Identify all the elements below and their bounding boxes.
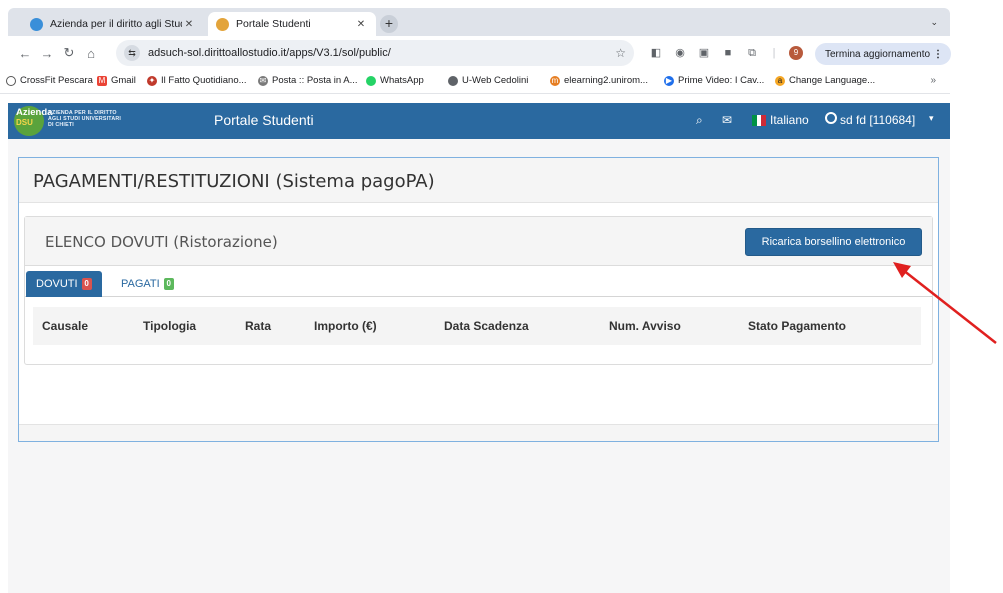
bookmark-change-language[interactable]: a Change Language...	[775, 75, 875, 86]
back-arrow-icon[interactable]: ←	[14, 46, 36, 61]
tab-search-chevron-icon[interactable]: ⌄	[930, 17, 938, 28]
browser-tab-portale[interactable]: Portale Studenti ✕	[208, 12, 376, 36]
dues-tabs: DOVUTI 0 PAGATI 0	[25, 267, 932, 297]
bookmark-label: Posta :: Posta in A...	[272, 75, 358, 86]
bookmark-prime-video[interactable]: ▶ Prime Video: I Cav...	[664, 75, 764, 86]
bookmark-whatsapp[interactable]: WhatsApp	[366, 75, 424, 86]
bookmark-gmail[interactable]: M Gmail	[97, 75, 136, 86]
address-bar[interactable]: ⇆ adsuch-sol.dirittoallostudio.it/apps/V…	[116, 40, 634, 66]
more-menu-icon[interactable]: ⋮	[933, 49, 943, 60]
profile-avatar[interactable]: 9	[789, 46, 803, 60]
tab-label: PAGATI	[121, 278, 160, 290]
prime-video-icon: ▶	[664, 75, 674, 86]
user-icon	[825, 112, 837, 124]
count-badge: 0	[163, 278, 174, 290]
portal-title[interactable]: Portale Studenti	[214, 112, 314, 128]
column-header[interactable]: Stato Pagamento	[748, 319, 846, 333]
logo-line: DI CHIETI	[48, 122, 74, 128]
column-header[interactable]: Data Scadenza	[444, 319, 529, 333]
bookmark-label: Gmail	[111, 75, 136, 86]
bookmark-u-web[interactable]: U-Web Cedolini	[448, 75, 528, 86]
update-label: Termina aggiornamento	[825, 48, 931, 60]
bookmarks-overflow-icon[interactable]: »	[930, 75, 936, 86]
count-badge: 0	[81, 278, 92, 290]
il-fatto-icon: ✦	[147, 75, 157, 86]
column-header[interactable]: Tipologia	[143, 319, 196, 333]
crossfit-icon	[6, 75, 16, 86]
browser-tab-azienda[interactable]: Azienda per il diritto agli Stud ✕	[22, 12, 204, 36]
bookmark-label: CrossFit Pescara	[20, 75, 93, 86]
site-info-icon[interactable]: ⇆	[124, 45, 140, 61]
url-text[interactable]: adsuch-sol.dirittoallostudio.it/apps/V3.…	[148, 47, 615, 59]
reload-icon[interactable]: ↻	[58, 45, 80, 61]
posta-icon: ✉	[258, 75, 268, 86]
bookmarks-bar: CrossFit Pescara M Gmail ✦ Il Fatto Quot…	[0, 70, 950, 94]
bookmark-label: elearning2.unirom...	[564, 75, 648, 86]
translate-extension-icon[interactable]: ◧	[649, 46, 663, 60]
logo-dsu: DSU	[16, 118, 33, 127]
page-title: PAGAMENTI/RESTITUZIONI (Sistema pagoPA)	[19, 158, 938, 203]
new-tab-button[interactable]: +	[380, 15, 398, 33]
whatsapp-icon	[366, 75, 376, 86]
dues-table-header: Causale Tipologia Rata Importo (€) Data …	[33, 307, 921, 345]
bookmark-crossfit[interactable]: CrossFit Pescara	[6, 75, 93, 86]
bookmark-label: U-Web Cedolini	[462, 75, 529, 86]
italian-flag-icon	[752, 115, 767, 126]
language-selector[interactable]: Italiano	[770, 113, 809, 127]
screenshot-stage: Azienda per il diritto agli Stud ✕ Porta…	[0, 0, 1003, 593]
user-menu[interactable]: sd fd [110684]	[840, 113, 915, 127]
media-icon[interactable]: ■	[721, 46, 735, 60]
bookmark-label: WhatsApp	[380, 75, 424, 86]
payments-panel: PAGAMENTI/RESTITUZIONI (Sistema pagoPA) …	[18, 157, 939, 442]
bookmark-label: Change Language...	[789, 75, 876, 86]
forward-arrow-icon[interactable]: →	[36, 46, 58, 61]
bookmark-elearning[interactable]: m elearning2.unirom...	[550, 75, 648, 86]
column-header[interactable]: Rata	[245, 319, 271, 333]
bookmark-star-icon[interactable]: ☆	[615, 46, 626, 60]
toolbar-divider: |	[772, 47, 776, 59]
tab-label: DOVUTI	[36, 278, 78, 290]
close-icon[interactable]: ✕	[182, 19, 196, 30]
bookmark-posta[interactable]: ✉ Posta :: Posta in A...	[258, 75, 358, 86]
column-header[interactable]: Num. Avviso	[609, 319, 681, 333]
extensions-puzzle-icon[interactable]: ⧉	[745, 46, 759, 60]
tab-pagati[interactable]: PAGATI 0	[111, 271, 184, 297]
mail-icon[interactable]: ✉	[722, 113, 732, 127]
browser-tab-strip: Azienda per il diritto agli Stud ✕ Porta…	[8, 8, 950, 36]
caret-down-icon[interactable]: ▾	[929, 113, 934, 124]
bookmark-label: Prime Video: I Cav...	[678, 75, 765, 86]
portale-favicon-icon	[216, 17, 229, 31]
update-button[interactable]: Termina aggiornamento ⋮	[815, 43, 951, 65]
site-navbar: Azienda DSU AZIENDA PER IL DIRITTO AGLI …	[8, 103, 950, 139]
u-web-icon	[448, 75, 458, 86]
column-header[interactable]: Causale	[42, 319, 88, 333]
elearning-icon: m	[550, 75, 560, 86]
logo-word: Azienda	[16, 107, 53, 118]
chat-icon[interactable]: ⌕	[696, 113, 703, 128]
extension-g-icon[interactable]: ◉	[673, 46, 687, 60]
bookmark-il-fatto[interactable]: ✦ Il Fatto Quotidiano...	[147, 75, 247, 86]
bookmark-label: Il Fatto Quotidiano...	[161, 75, 247, 86]
tab-dovuti[interactable]: DOVUTI 0	[26, 271, 102, 297]
close-icon[interactable]: ✕	[354, 19, 368, 30]
tab-title: Portale Studenti	[236, 18, 311, 30]
logo-caption: AZIENDA PER IL DIRITTO AGLI STUDI UNIVER…	[48, 110, 121, 128]
gmail-icon: M	[97, 75, 107, 86]
amazon-icon: a	[775, 75, 785, 86]
home-icon[interactable]: ⌂	[80, 46, 102, 61]
azienda-favicon-icon	[30, 17, 43, 31]
panel-footer	[19, 424, 938, 441]
screen-capture-icon[interactable]: ▣	[697, 46, 711, 60]
dues-panel: ELENCO DOVUTI (Ristorazione) Ricarica bo…	[24, 216, 933, 365]
browser-toolbar: ← → ↻ ⌂ ⇆ adsuch-sol.dirittoallostudio.i…	[8, 36, 951, 70]
column-header[interactable]: Importo (€)	[314, 319, 377, 333]
tab-title: Azienda per il diritto agli Stud	[50, 18, 182, 30]
recharge-wallet-button[interactable]: Ricarica borsellino elettronico	[745, 228, 922, 256]
